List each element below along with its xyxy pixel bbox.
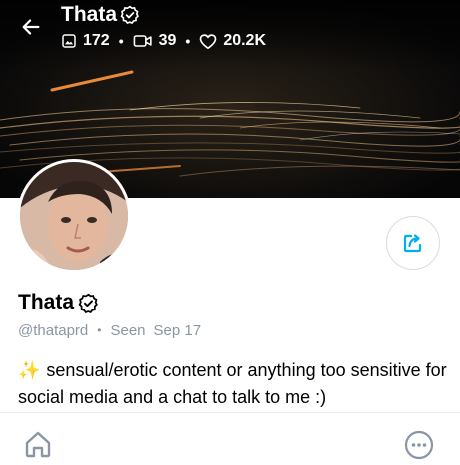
home-button[interactable]	[22, 428, 54, 460]
header-name-text: Thata	[61, 3, 118, 26]
verified-badge-icon	[120, 5, 140, 25]
profile-name-text: Thata	[18, 291, 75, 314]
back-button[interactable]	[16, 12, 46, 42]
seen-date: Sep 17	[153, 321, 202, 339]
profile-name: Thata	[18, 290, 99, 316]
profile-stats: 172 • 39 • 20.2K	[61, 30, 266, 52]
more-options-button[interactable]	[404, 430, 434, 460]
videos-count: 39	[133, 32, 177, 50]
verified-badge-icon	[78, 293, 99, 314]
bio-text: sensual/erotic content or anything too s…	[18, 360, 447, 407]
image-icon	[62, 34, 76, 48]
profile-meta: @thataprd • Seen Sep 17	[18, 320, 201, 340]
profile-handle: @thataprd	[18, 321, 89, 339]
arrow-left-icon	[22, 19, 40, 35]
stats-separator: •	[118, 33, 124, 49]
more-options-icon	[404, 430, 434, 460]
meta-separator: •	[97, 323, 102, 337]
header-title: Thata	[61, 3, 140, 27]
likes-count-text: 20.2K	[223, 32, 267, 49]
share-icon	[403, 234, 422, 253]
divider	[0, 412, 460, 413]
stats-separator: •	[185, 33, 191, 49]
video-icon	[133, 35, 152, 47]
avatar[interactable]	[17, 159, 131, 273]
heart-icon	[199, 33, 217, 49]
seen-label: Seen	[110, 321, 146, 339]
likes-count: 20.2K	[199, 32, 266, 50]
profile-bio: ✨ sensual/erotic content or anything too …	[18, 357, 448, 411]
videos-count-text: 39	[158, 32, 177, 49]
sparkles-icon: ✨	[18, 360, 41, 380]
share-button[interactable]	[386, 216, 440, 270]
photos-count-text: 172	[83, 32, 110, 49]
home-icon	[25, 431, 51, 458]
photos-count: 172	[61, 32, 110, 50]
